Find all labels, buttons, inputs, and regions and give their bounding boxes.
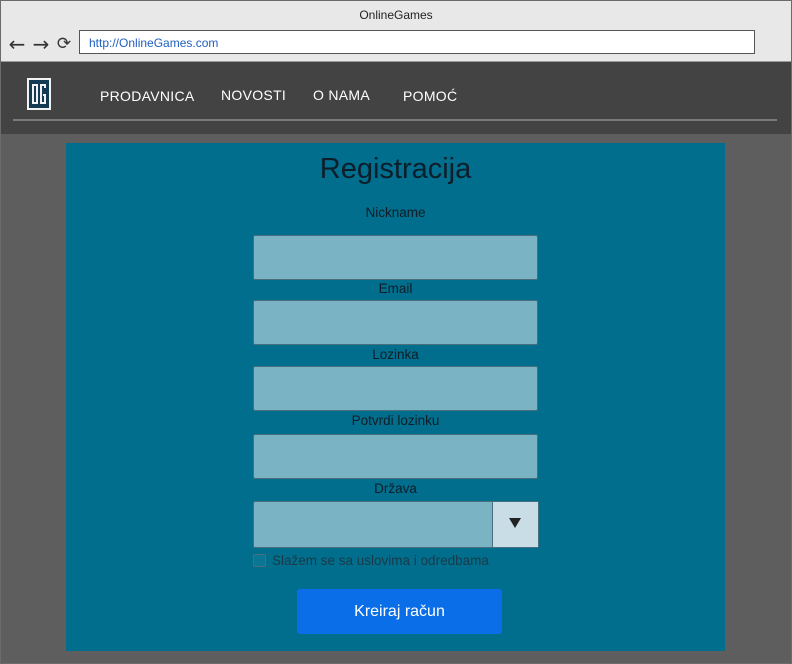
country-dropdown-button[interactable] [492, 502, 538, 547]
email-input[interactable] [253, 300, 538, 345]
back-arrow-icon[interactable]: ← [7, 33, 27, 55]
terms-checkbox[interactable] [253, 554, 266, 567]
chevron-down-icon [509, 518, 521, 528]
nickname-label: Nickname [365, 205, 426, 220]
browser-window: OnlineGames ← → ⟳ http://OnlineGames.com… [0, 0, 792, 664]
password-label: Lozinka [372, 347, 419, 362]
page-title: Registracija [319, 153, 472, 185]
country-label: Država [374, 481, 417, 496]
nav-item-pomoc[interactable]: POMOĆ [403, 88, 457, 104]
registration-panel: Registracija Nickname Email Lozinka Potv… [66, 143, 725, 651]
og-logo[interactable] [27, 78, 51, 110]
nav-item-prodavnica[interactable]: PRODAVNICA [100, 88, 195, 104]
window-title: OnlineGames [1, 1, 791, 29]
site-navbar: PRODAVNICA NOVOSTI O NAMA POMOĆ [1, 62, 791, 134]
url-input[interactable]: http://OnlineGames.com [79, 30, 755, 54]
nickname-input[interactable] [253, 235, 538, 280]
email-label: Email [378, 281, 413, 296]
confirm-password-input[interactable] [253, 434, 538, 479]
nav-item-o-nama[interactable]: O NAMA [313, 87, 370, 103]
terms-label: Slažem se sa uslovima i odredbama [272, 553, 489, 568]
confirm-password-label: Potvrdi lozinku [351, 413, 440, 428]
address-bar-row: ← → ⟳ http://OnlineGames.com [1, 29, 791, 62]
password-input[interactable] [253, 366, 538, 411]
forward-arrow-icon[interactable]: → [31, 33, 51, 55]
reload-icon[interactable]: ⟳ [54, 33, 74, 55]
navbar-divider [13, 119, 777, 121]
create-account-button[interactable]: Kreiraj račun [297, 589, 502, 634]
nav-item-novosti[interactable]: NOVOSTI [221, 87, 286, 103]
country-select[interactable] [253, 501, 539, 548]
